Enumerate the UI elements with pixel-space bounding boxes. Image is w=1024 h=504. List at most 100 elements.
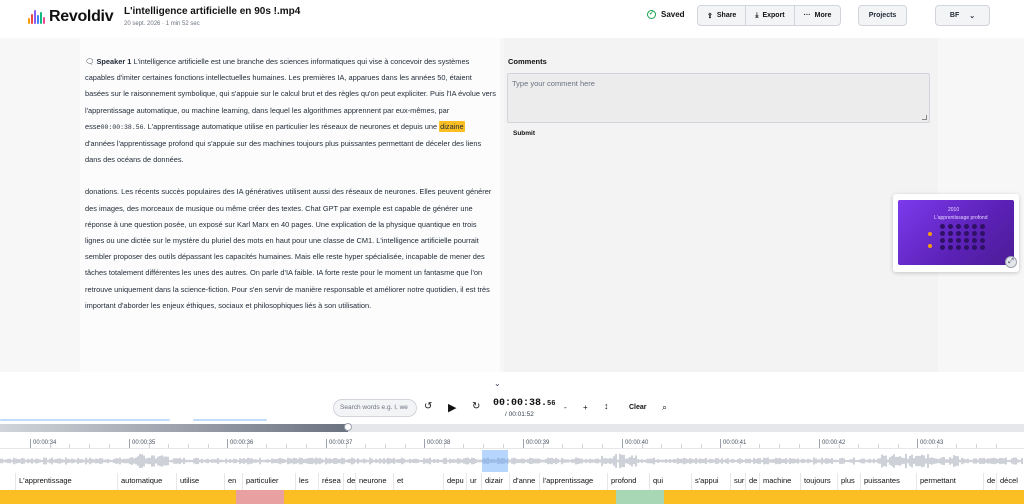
time-main-value: 00:00:38.: [493, 398, 548, 409]
zoom-in-button[interactable]: +: [583, 403, 588, 412]
check-circle-icon: ✓: [647, 10, 656, 19]
timeline-minor-tick: [503, 444, 504, 448]
clear-button[interactable]: Clear: [629, 404, 647, 411]
timeline-tick-label: 00:00:42: [819, 439, 845, 448]
timeline-minor-tick: [681, 444, 682, 448]
timeline-tick-label: 00:00:41: [720, 439, 746, 448]
highlighted-word[interactable]: dizaine: [439, 120, 465, 132]
timeline-word[interactable]: depu: [443, 473, 466, 490]
timeline-word[interactable]: s'appui: [691, 473, 730, 490]
timeline-minor-tick: [976, 444, 977, 448]
timeline-minor-tick: [444, 444, 445, 448]
transcript-text[interactable]: d'années l'apprentissage profond qui s'a…: [85, 139, 481, 164]
timeline-word[interactable]: résea: [318, 473, 343, 490]
speaker-color-bar: [0, 490, 1024, 504]
timeline-tick-label: 00:00:37: [326, 439, 352, 448]
expand-video-icon[interactable]: ⤢: [1005, 256, 1017, 268]
color-segment: [236, 490, 284, 504]
share-button[interactable]: ⇪ Share: [698, 6, 747, 25]
timeline-minor-tick: [740, 444, 741, 448]
action-button-group: ⇪ Share ⤓ Export ··· More: [697, 5, 842, 26]
timeline-word[interactable]: L'apprentissage: [15, 473, 117, 490]
timeline-word[interactable]: neurone: [355, 473, 393, 490]
color-segment: [284, 490, 616, 504]
video-frame: 2010 L'apprentissage profond: [898, 200, 1014, 265]
timeline-word[interactable]: machine: [759, 473, 800, 490]
timeline-tick-label: 00:00:40: [622, 439, 648, 448]
current-timestamp: 00:00:38.56: [100, 123, 144, 131]
timeline-word[interactable]: permettant: [916, 473, 983, 490]
forward-icon[interactable]: ↻: [472, 401, 480, 412]
transcript-panel[interactable]: 🗨 Speaker 1 L'intelligence artificielle …: [80, 38, 500, 372]
timeline-word[interactable]: de: [983, 473, 996, 490]
timeline-tick-label: 00:00:43: [917, 439, 943, 448]
timeline-word[interactable]: les: [295, 473, 318, 490]
timeline-word[interactable]: automatique: [117, 473, 176, 490]
export-button[interactable]: ⤓ Export: [746, 6, 795, 25]
user-menu-button[interactable]: BF ⌄: [935, 5, 990, 26]
fit-height-icon[interactable]: ↕: [604, 401, 609, 411]
submit-button[interactable]: Submit: [513, 130, 535, 137]
color-segment: [0, 490, 236, 504]
transcript-text[interactable]: L'intelligence artificielle est une bran…: [85, 57, 496, 131]
timeline-word[interactable]: dizair: [481, 473, 509, 490]
search-icon[interactable]: ⌕: [662, 402, 667, 413]
play-icon[interactable]: ▶: [448, 401, 456, 414]
top-bar: Revoldiv L'intelligence artificielle en …: [0, 0, 1024, 34]
video-preview[interactable]: 2010 L'apprentissage profond: [893, 194, 1019, 272]
timeline-word[interactable]: de: [745, 473, 759, 490]
video-caption-text: L'apprentissage profond: [934, 215, 988, 221]
collapse-chevron-icon[interactable]: ⌄: [494, 379, 501, 388]
timeline-minor-tick: [266, 444, 267, 448]
saved-status: ✓ Saved: [647, 10, 685, 19]
resize-handle-icon[interactable]: [922, 115, 927, 120]
playhead-selection[interactable]: [482, 450, 508, 472]
search-words-input[interactable]: Search words e.g. I, we: [333, 399, 417, 417]
timeline-word[interactable]: profond: [607, 473, 649, 490]
video-year-text: 2010: [948, 207, 960, 213]
file-title[interactable]: L'intelligence artificielle en 90s !.mp4: [124, 6, 300, 17]
timeline-word[interactable]: en: [224, 473, 242, 490]
speaker-label[interactable]: Speaker 1: [96, 57, 131, 66]
timeline-word[interactable]: toujours: [800, 473, 837, 490]
transcript-paragraph[interactable]: donations. Les récents succès populaires…: [85, 184, 496, 314]
rewind-icon[interactable]: ↺: [424, 401, 432, 412]
export-label: Export: [762, 12, 785, 19]
comment-input[interactable]: Type your comment here: [507, 73, 930, 123]
timeline-minor-tick: [50, 444, 51, 448]
timeline-tick-label: 00:00:36: [227, 439, 253, 448]
timeline-tick-label: 00:00:35: [129, 439, 155, 448]
node-icon: [928, 244, 932, 248]
file-meta: 20 sept. 2026 · 1 min 52 sec: [124, 21, 200, 27]
timeline-tick-label: 00:00:34: [30, 439, 56, 448]
current-time: 00:00:38.56: [493, 398, 555, 409]
user-initials: BF: [949, 12, 960, 19]
timeline-minor-tick: [602, 444, 603, 448]
timeline-word[interactable]: utilise: [176, 473, 224, 490]
timeline-minor-tick: [188, 444, 189, 448]
timeline-word[interactable]: décel: [996, 473, 1024, 490]
timeline-word[interactable]: l'apprentissage: [539, 473, 607, 490]
chevron-down-icon: ⌄: [969, 12, 976, 20]
projects-button[interactable]: Projects: [858, 5, 907, 26]
timeline-word[interactable]: qui: [649, 473, 691, 490]
timeline-minor-tick: [839, 444, 840, 448]
timeline-word[interactable]: puissantes: [860, 473, 916, 490]
timeline-word[interactable]: ur: [466, 473, 481, 490]
timeline-word[interactable]: de: [343, 473, 355, 490]
timeline-minor-tick: [858, 444, 859, 448]
timeline-word[interactable]: particulier: [242, 473, 295, 490]
app-logo[interactable]: Revoldiv: [28, 8, 114, 26]
timeline-word[interactable]: d'anne: [509, 473, 539, 490]
transcript-text[interactable]: . L'apprentissage automatique utilise en…: [144, 122, 440, 131]
timeline-word[interactable]: sur: [730, 473, 745, 490]
node-icon: [928, 232, 932, 236]
timeline-word[interactable]: plus: [837, 473, 860, 490]
more-button[interactable]: ··· More: [795, 6, 841, 25]
progress-knob[interactable]: [344, 423, 352, 431]
zoom-out-button[interactable]: -: [564, 403, 567, 412]
timeline-minor-tick: [149, 444, 150, 448]
timeline-minor-tick: [405, 444, 406, 448]
timeline-word[interactable]: et: [393, 473, 443, 490]
audio-waveform[interactable]: [0, 450, 1024, 472]
